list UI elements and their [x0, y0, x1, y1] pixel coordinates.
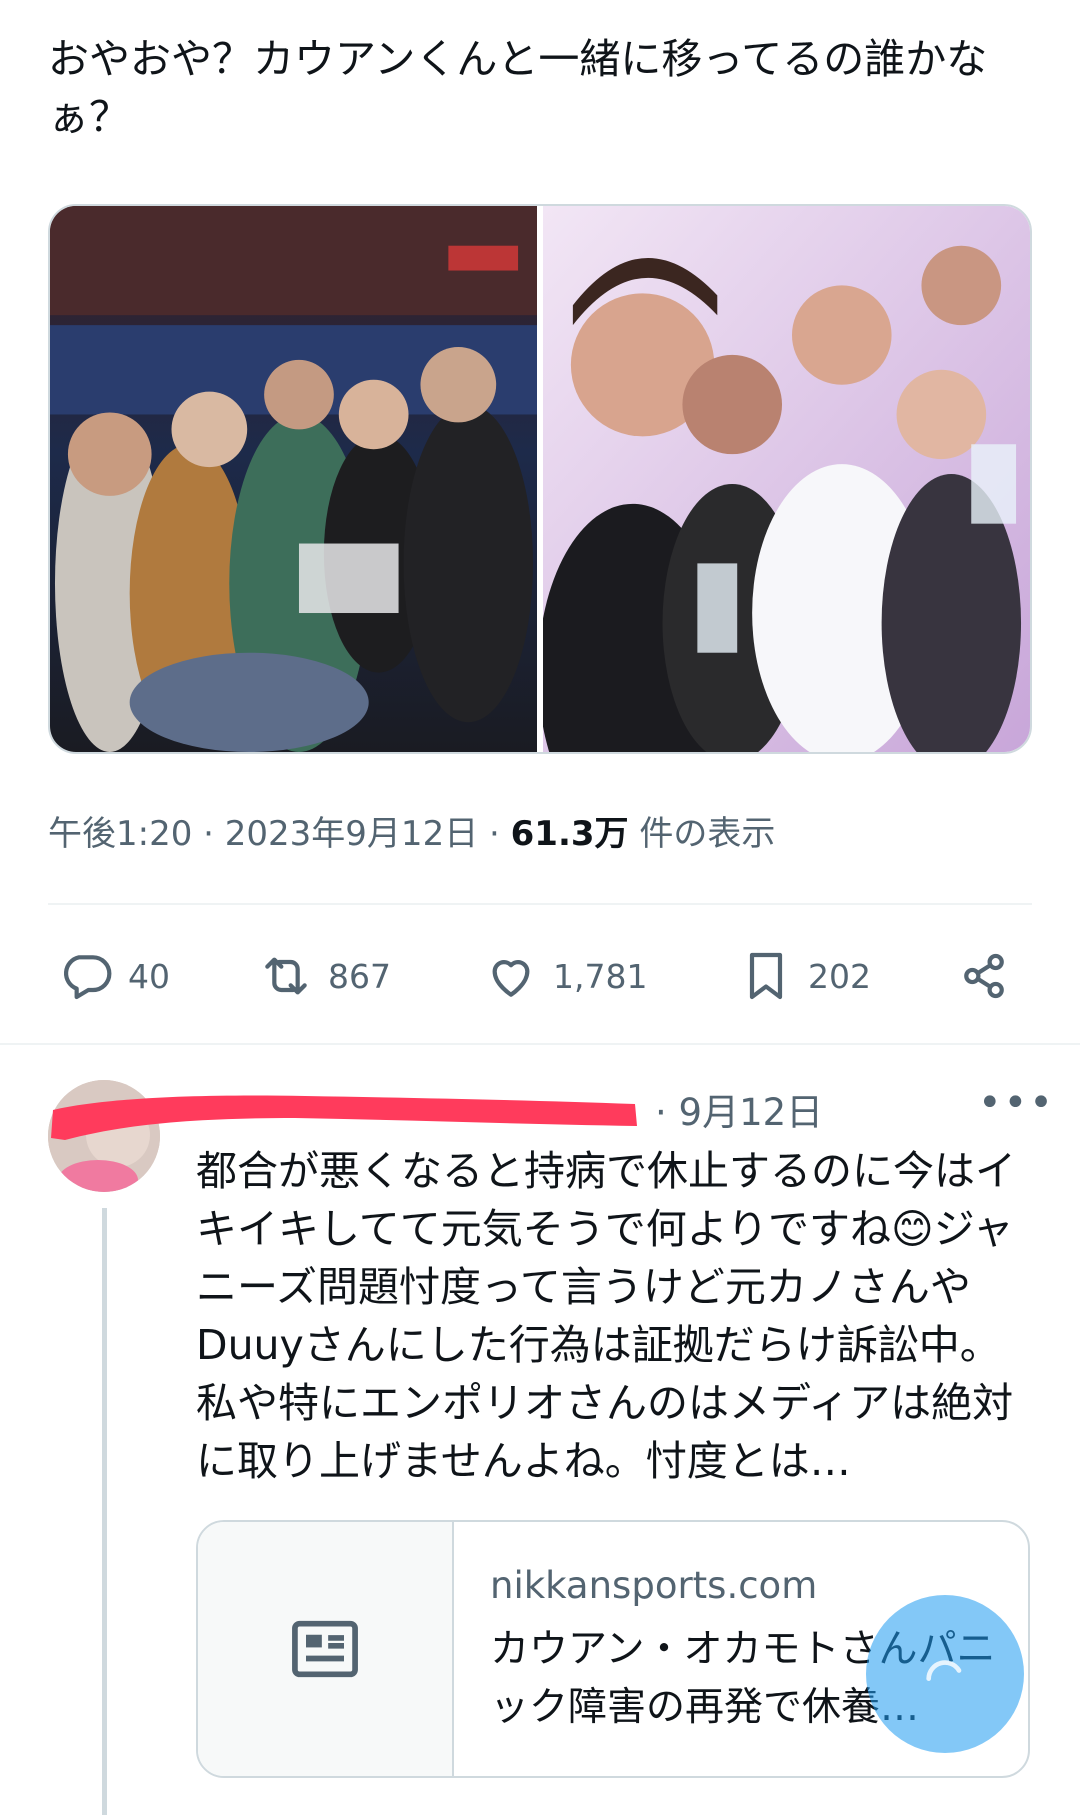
- share-button[interactable]: [956, 940, 1012, 1012]
- retweet-button[interactable]: 867: [258, 940, 391, 1012]
- reply-count: 40: [128, 956, 170, 996]
- redacted-username: [51, 1095, 637, 1140]
- section-divider: [0, 1043, 1080, 1045]
- article-icon: [292, 1620, 358, 1678]
- tweet-timestamp[interactable]: 午後1:20 · 2023年9月12日 ·: [48, 814, 511, 854]
- reply-text: 都合が悪くなると持病で休止するのに今はイキイキしてて元気そうで何よりですね😊ジャ…: [196, 1147, 1016, 1485]
- photo-left[interactable]: [50, 206, 537, 752]
- views-count[interactable]: 61.3万: [511, 814, 629, 854]
- tweet-media[interactable]: [48, 204, 1032, 754]
- like-button[interactable]: 1,781: [483, 940, 647, 1012]
- tweet-text: おやおや？カウアンくんと一緒に移ってるの誰かなぁ？: [48, 35, 988, 141]
- share-icon: [964, 953, 1004, 999]
- thread-line: [102, 1208, 107, 1815]
- photo-right[interactable]: [543, 206, 1030, 752]
- like-icon: [492, 960, 530, 997]
- tweet-meta: 午後1:20 · 2023年9月12日 · 61.3万 件の表示: [48, 806, 775, 855]
- bookmark-icon: [749, 952, 783, 1000]
- bookmark-count: 202: [808, 956, 871, 996]
- compose-button[interactable]: [866, 1595, 1024, 1753]
- retweet-icon: [265, 957, 307, 995]
- reply-icon: [63, 955, 112, 1000]
- like-count: 1,781: [553, 956, 648, 996]
- reply-date[interactable]: · 9月12日: [655, 1082, 823, 1136]
- compose-icon: [926, 1660, 962, 1681]
- reply-button[interactable]: 40: [58, 940, 170, 1012]
- card-thumbnail: [198, 1522, 454, 1776]
- more-options-icon[interactable]: •••: [978, 1080, 1055, 1126]
- bookmark-button[interactable]: 202: [738, 940, 871, 1012]
- retweet-count: 867: [328, 956, 391, 996]
- views-label: 件の表示: [628, 814, 776, 854]
- divider: [48, 903, 1032, 905]
- action-bar: 40 867 1,781 202: [48, 940, 1028, 1012]
